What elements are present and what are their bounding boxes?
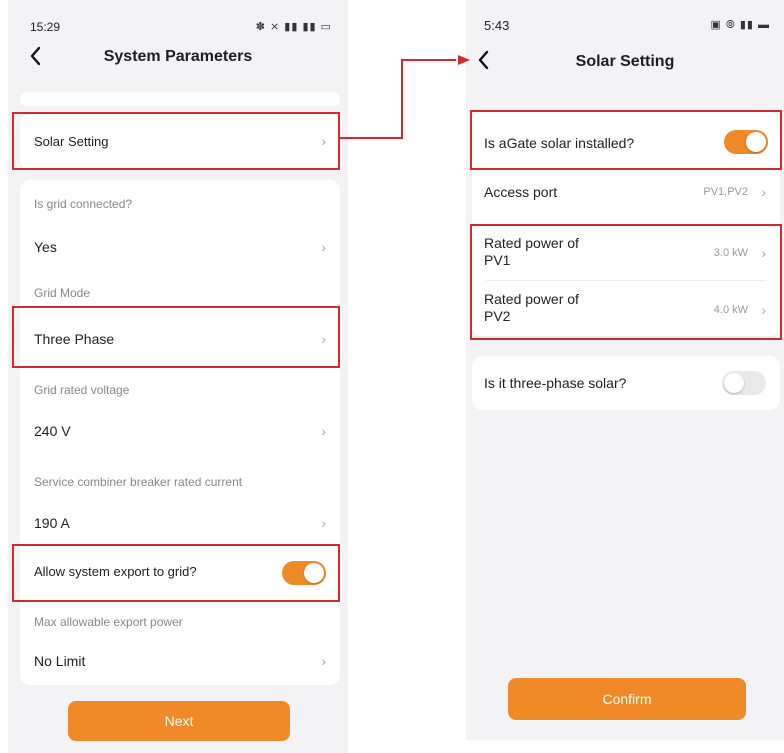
grid-settings-card: Is grid connected? Yes › Grid Mode Three…	[20, 180, 340, 685]
toggle-knob	[724, 373, 744, 393]
access-port-label: Access port	[484, 184, 558, 200]
status-time: 5:43	[484, 18, 510, 33]
grid-voltage-header: Grid rated voltage	[20, 366, 340, 412]
navigation-bar: Solar Setting	[466, 42, 784, 82]
access-port-value: PV1,PV2	[703, 186, 748, 198]
status-bar: 15:29 ✽ ⨯ ▮▮ ▮▮ ▭	[8, 12, 348, 34]
chevron-right-icon: ›	[321, 515, 326, 531]
highlight-solar-setting	[12, 112, 340, 170]
chevron-right-icon: ›	[321, 423, 326, 439]
confirm-button[interactable]: Confirm	[508, 678, 746, 720]
grid-connected-value: Yes	[34, 239, 57, 255]
grid-mode-label: Grid Mode	[34, 286, 91, 300]
breaker-label: Service combiner breaker rated current	[34, 475, 243, 489]
chevron-right-icon: ›	[321, 653, 326, 669]
highlight-grid-mode	[12, 306, 340, 368]
three-phase-toggle[interactable]	[722, 371, 766, 395]
breaker-row[interactable]: 190 A ›	[20, 500, 340, 546]
next-button[interactable]: Next	[68, 701, 290, 741]
highlight-rated-power	[470, 224, 782, 340]
status-time: 15:29	[30, 20, 61, 34]
grid-voltage-row[interactable]: 240 V ›	[20, 408, 340, 454]
three-phase-label: Is it three-phase solar?	[484, 375, 627, 391]
access-port-row[interactable]: Access port PV1,PV2 ›	[472, 168, 780, 218]
breaker-value: 190 A	[34, 515, 70, 531]
highlight-solar-installed	[470, 110, 782, 170]
grid-voltage-value: 240 V	[34, 423, 71, 439]
highlight-export	[12, 544, 340, 602]
max-export-row[interactable]: No Limit ›	[20, 638, 340, 684]
grid-connected-header: Is grid connected?	[20, 180, 340, 226]
chevron-right-icon: ›	[321, 239, 326, 255]
page-title: Solar Setting	[575, 53, 675, 70]
top-card	[20, 92, 340, 106]
three-phase-card: Is it three-phase solar?	[472, 356, 780, 410]
status-bar: 5:43 ▣ ⦾ ▮▮ ▬	[466, 12, 784, 33]
status-icons: ▣ ⦾ ▮▮ ▬	[710, 19, 770, 31]
status-icons: ✽ ⨯ ▮▮ ▮▮ ▭	[255, 21, 332, 33]
grid-connected-label: Is grid connected?	[34, 197, 133, 211]
page-title: System Parameters	[103, 48, 253, 65]
max-export-label: Max allowable export power	[34, 615, 183, 629]
max-export-value: No Limit	[34, 653, 86, 669]
navigation-bar: System Parameters	[8, 38, 348, 78]
chevron-right-icon: ›	[761, 184, 766, 200]
grid-connected-row[interactable]: Yes ›	[20, 224, 340, 270]
grid-voltage-label: Grid rated voltage	[34, 383, 130, 397]
breaker-header: Service combiner breaker rated current	[20, 458, 340, 504]
